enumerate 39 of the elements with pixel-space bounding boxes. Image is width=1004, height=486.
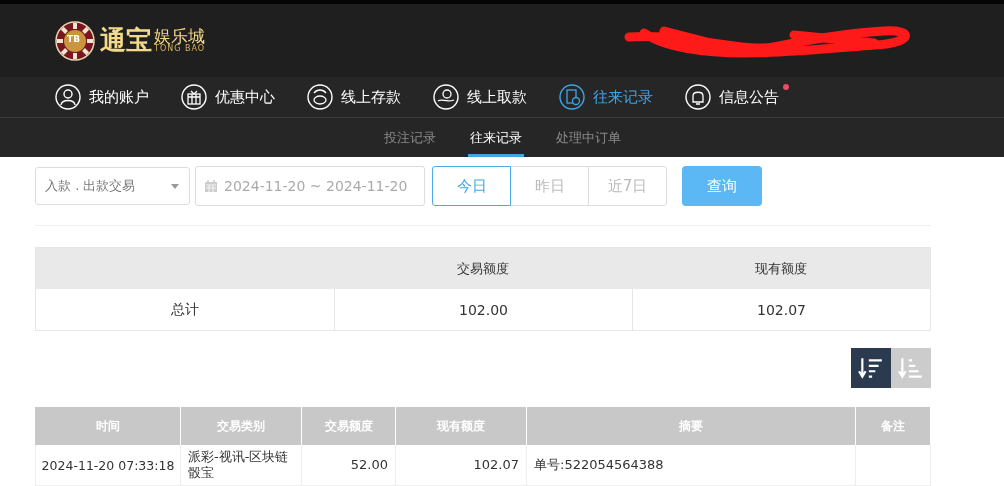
table-cell: 102.07: [632, 289, 930, 330]
calendar-icon: [204, 179, 218, 193]
chip-logo-icon: [55, 20, 95, 61]
table-header-cell: 交易额度: [334, 248, 632, 289]
logo-latin-text: TONG BAO: [154, 45, 206, 53]
sub-tab[interactable]: 往来记录: [467, 118, 524, 157]
sort-ascending-icon: [898, 355, 924, 381]
coin-hand-icon: [307, 84, 333, 110]
type-select[interactable]: 入款 . 出款交易: [35, 167, 190, 205]
table-header-cell: 现有额度: [632, 248, 930, 289]
logo-title: 通宝: [100, 24, 152, 57]
nav-item[interactable]: 线上存款: [307, 82, 411, 112]
nav-item[interactable]: 信息公告: [685, 82, 789, 112]
user-icon: [55, 84, 81, 110]
sub-tab[interactable]: 处理中订单: [553, 118, 623, 157]
nav-item[interactable]: 往来记录: [559, 82, 663, 112]
table-cell: 2024-11-20 07:33:18: [35, 445, 181, 486]
logo-subtitle: 娱乐城: [154, 28, 205, 45]
notification-dot: [783, 84, 789, 90]
nav-item[interactable]: 我的账户: [55, 82, 159, 112]
bell-icon: [685, 84, 711, 110]
receipt-clock-icon: [559, 84, 585, 110]
gift-icon: [181, 84, 207, 110]
sort-descending-icon: [858, 355, 884, 381]
sub-tab[interactable]: 投注记录: [381, 118, 438, 157]
table-cell: 102.00: [334, 289, 632, 330]
nav-item[interactable]: 线上取款: [433, 82, 537, 112]
date-preset-button[interactable]: 今日: [432, 166, 511, 206]
table-cell: 派彩-视讯-区块链骰宝: [181, 445, 302, 486]
table-cell: 单号:522054564388: [527, 445, 856, 486]
sort-descending-button[interactable]: [851, 348, 891, 388]
logo-badge-text: TB: [67, 33, 80, 44]
table-cell: 52.00: [302, 445, 396, 486]
date-range-value: 2024-11-20 ~ 2024-11-20: [224, 178, 408, 194]
nav-item[interactable]: 优惠中心: [181, 82, 285, 112]
table-cell: 102.07: [396, 445, 527, 486]
table-cell-text: 总计: [170, 299, 200, 319]
dollar-hand-icon: [433, 84, 459, 110]
caret-icon: [171, 183, 179, 189]
